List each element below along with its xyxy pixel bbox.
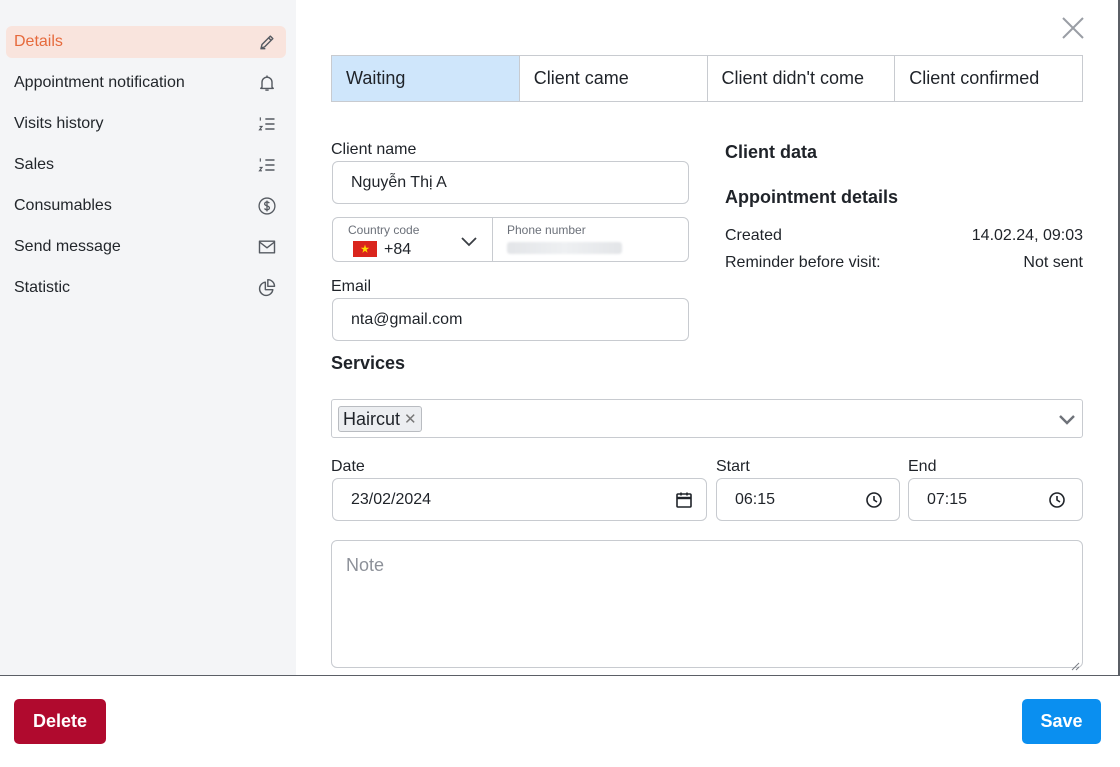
reminder-row: Reminder before visit: Not sent bbox=[725, 254, 1083, 272]
reminder-label: Reminder before visit: bbox=[725, 254, 881, 271]
sidebar-item-details[interactable]: Details bbox=[6, 26, 286, 58]
date-input[interactable]: 23/02/2024 bbox=[332, 478, 707, 521]
note-placeholder: Note bbox=[346, 555, 385, 575]
country-code-value: +84 bbox=[384, 241, 412, 258]
status-tab-waiting[interactable]: Waiting bbox=[332, 56, 520, 101]
sidebar-item-label: Details bbox=[14, 33, 63, 50]
edit-icon bbox=[256, 31, 278, 53]
close-icon[interactable] bbox=[1060, 15, 1086, 41]
sidebar-item-send-message[interactable]: Send message bbox=[6, 231, 286, 263]
sidebar-item-consumables[interactable]: Consumables bbox=[6, 190, 286, 222]
sidebar-item-label: Send message bbox=[14, 238, 121, 255]
status-tab-client-didnt-come[interactable]: Client didn't come bbox=[707, 56, 896, 101]
start-label: Start bbox=[716, 458, 750, 475]
save-button[interactable]: Save bbox=[1022, 699, 1101, 744]
note-textarea[interactable]: Note bbox=[331, 540, 1083, 671]
appointment-details-title: Appointment details bbox=[725, 187, 899, 207]
client-data-title: Client data bbox=[725, 142, 818, 162]
date-label: Date bbox=[331, 458, 365, 475]
client-name-label: Client name bbox=[331, 141, 417, 158]
list-icon bbox=[256, 154, 278, 176]
sidebar-item-label: Statistic bbox=[14, 279, 71, 296]
calendar-icon[interactable] bbox=[675, 491, 693, 509]
services-select[interactable]: Haircut ✕ bbox=[331, 399, 1083, 438]
sidebar-item-appointment-notification[interactable]: Appointment notification bbox=[6, 67, 286, 99]
service-chip-label: Haircut bbox=[343, 408, 401, 429]
email-input[interactable]: nta@gmail.com bbox=[332, 298, 689, 341]
client-name-input[interactable]: Nguyễn Thị A bbox=[332, 161, 689, 204]
sidebar: Details Appointment notification Visits … bbox=[0, 0, 296, 675]
clock-icon[interactable] bbox=[1048, 491, 1066, 509]
status-tab-client-came[interactable]: Client came bbox=[519, 56, 708, 101]
sidebar-item-visits-history[interactable]: Visits history bbox=[6, 108, 286, 140]
chevron-down-icon[interactable] bbox=[1056, 408, 1078, 430]
phone-number-redacted bbox=[507, 242, 622, 254]
country-code-label: Country code bbox=[348, 223, 420, 237]
phone-number-label: Phone number bbox=[507, 223, 586, 237]
sidebar-item-label: Consumables bbox=[14, 197, 112, 214]
sidebar-item-sales[interactable]: Sales bbox=[6, 149, 286, 181]
status-tabs: Waiting Client came Client didn't come C… bbox=[331, 55, 1083, 102]
clock-icon[interactable] bbox=[865, 491, 883, 509]
created-row: Created 14.02.24, 09:03 bbox=[725, 227, 1083, 245]
resize-handle-icon[interactable] bbox=[1070, 655, 1080, 671]
sidebar-item-label: Visits history bbox=[14, 115, 104, 132]
remove-icon[interactable]: ✕ bbox=[404, 410, 417, 428]
services-title: Services bbox=[331, 353, 406, 373]
delete-button[interactable]: Delete bbox=[14, 699, 106, 744]
vietnam-flag-icon bbox=[353, 241, 377, 257]
sidebar-item-label: Sales bbox=[14, 156, 55, 173]
end-label: End bbox=[908, 458, 937, 475]
reminder-value: Not sent bbox=[1023, 254, 1083, 271]
created-label: Created bbox=[725, 227, 782, 244]
footer: Delete Save bbox=[0, 675, 1120, 767]
service-chip: Haircut ✕ bbox=[338, 406, 422, 432]
status-tab-client-confirmed[interactable]: Client confirmed bbox=[895, 56, 1082, 101]
created-value: 14.02.24, 09:03 bbox=[971, 227, 1083, 244]
email-label: Email bbox=[331, 278, 372, 295]
list-icon bbox=[256, 113, 278, 135]
chevron-down-icon bbox=[459, 231, 479, 251]
sidebar-item-statistic[interactable]: Statistic bbox=[6, 272, 286, 304]
country-code-select[interactable]: Country code +84 bbox=[333, 218, 493, 261]
phone-number-input[interactable]: Phone number bbox=[493, 218, 688, 261]
sidebar-item-label: Appointment notification bbox=[14, 74, 185, 91]
mail-icon bbox=[256, 236, 278, 258]
pie-chart-icon bbox=[256, 277, 278, 299]
bell-icon bbox=[256, 72, 278, 94]
phone-field: Country code +84 Phone number bbox=[332, 217, 689, 262]
dollar-icon bbox=[256, 195, 278, 217]
